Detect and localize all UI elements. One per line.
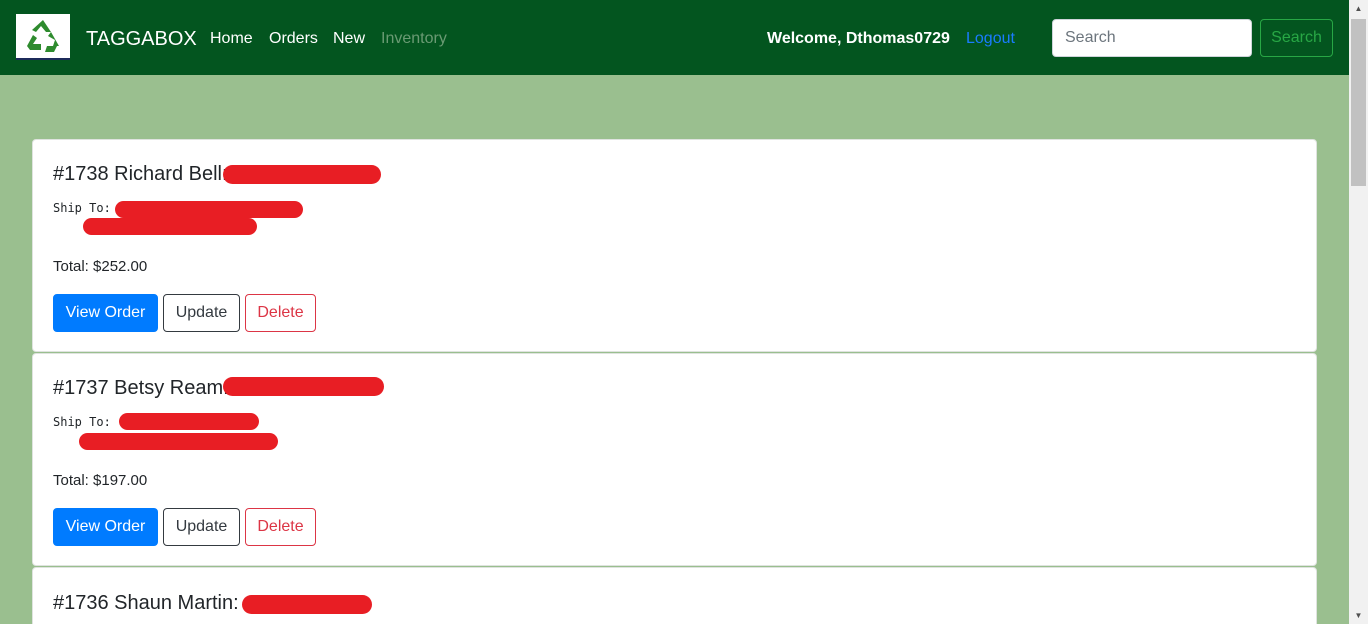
scrollbar[interactable]: ▲ ▼	[1349, 0, 1368, 624]
redaction-mark	[79, 433, 278, 450]
delete-button[interactable]: Delete	[245, 294, 316, 332]
order-title: #1736 Shaun Martin:	[53, 592, 239, 614]
search-button[interactable]: Search	[1260, 19, 1333, 57]
redaction-mark	[242, 595, 372, 614]
redaction-mark	[115, 201, 303, 218]
search-input[interactable]	[1052, 19, 1252, 57]
ship-to-label: Ship To:	[53, 415, 111, 429]
redaction-mark	[83, 218, 257, 235]
logout-link[interactable]: Logout	[966, 29, 1015, 49]
order-title: #1738 Richard Bell:	[53, 163, 228, 185]
nav-inventory-link: Inventory	[381, 30, 447, 47]
order-title: #1737 Betsy Ream:	[53, 377, 229, 399]
delete-button[interactable]: Delete	[245, 508, 316, 546]
redaction-mark	[119, 413, 259, 430]
nav-new-link[interactable]: New	[333, 29, 365, 49]
update-button[interactable]: Update	[163, 508, 240, 546]
view-order-button[interactable]: View Order	[53, 294, 158, 332]
order-card: #1738 Richard Bell: Ship To: Total: $252…	[32, 139, 1317, 352]
redaction-mark	[223, 377, 384, 396]
scroll-up-arrow-icon[interactable]: ▲	[1349, 0, 1368, 17]
update-button[interactable]: Update	[163, 294, 240, 332]
redaction-mark	[223, 165, 381, 184]
order-total: Total: $197.00	[53, 472, 148, 489]
ship-to-label: Ship To:	[53, 201, 111, 215]
order-card: #1736 Shaun Martin:	[32, 567, 1317, 624]
nav-orders-link[interactable]: Orders	[269, 29, 318, 49]
scroll-down-arrow-icon[interactable]: ▼	[1349, 607, 1368, 624]
welcome-text: Welcome, Dthomas0729	[767, 30, 950, 47]
nav-home-link[interactable]: Home	[210, 29, 253, 49]
logo[interactable]	[16, 14, 70, 60]
scroll-thumb[interactable]	[1351, 19, 1366, 186]
brand-name[interactable]: TAGGABOX	[86, 27, 197, 51]
view-order-button[interactable]: View Order	[53, 508, 158, 546]
order-total: Total: $252.00	[53, 258, 148, 275]
navbar: TAGGABOX Home Orders New Inventory Welco…	[0, 0, 1349, 75]
order-card: #1737 Betsy Ream: Ship To: Total: $197.0…	[32, 353, 1317, 566]
recycle-icon	[27, 20, 59, 52]
